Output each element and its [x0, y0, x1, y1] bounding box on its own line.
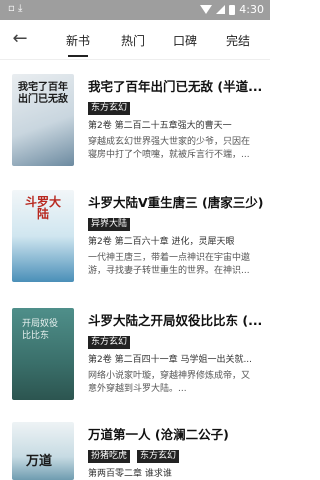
latest-chapter: 第2卷 第二百六十章 进化，灵犀天眼: [88, 237, 235, 247]
book-list-item[interactable]: 万道 万道第一人 (沧澜二公子) 扮猪吃虎 东方玄幻 第两百零二章 谁求谁: [0, 422, 270, 480]
book-description: 穿越成玄幻世界强大世家的少爷，只因在寝房中打了个喷嚏，就被斥言行不端，...: [88, 137, 251, 160]
book-cover[interactable]: 我宅了百年出门已无敌: [12, 74, 74, 166]
tab-reputation[interactable]: 口碑: [173, 32, 197, 49]
book-title[interactable]: 万道第一人 (沧澜二公子): [88, 424, 264, 443]
genre-tag: 东方玄幻: [88, 336, 131, 349]
status-time: 4:30: [239, 3, 264, 16]
status-bar: ▫ ⤓ 4:30: [0, 0, 270, 20]
cover-title-art: 开局奴役比比东: [22, 319, 59, 341]
latest-chapter: 第两百零二章 谁求谁: [88, 469, 172, 479]
genre-tag: 东方玄幻: [137, 450, 180, 463]
latest-chapter: 第2卷 第二百二十五章强大的曹天一: [88, 121, 232, 131]
cover-title-art: 我宅了百年出门已无敌: [18, 82, 68, 105]
book-cover[interactable]: 斗罗大陆: [12, 190, 74, 282]
book-title[interactable]: 我宅了百年出门已无敌 (半道...: [88, 76, 264, 95]
book-description: 一代神王唐三，带着一点神识在宇宙中遨游，寻找妻子转世重生的世界。在神识...: [88, 253, 251, 276]
book-list-item[interactable]: 开局奴役比比东 斗罗大陆之开局奴役比比东 (... 东方玄幻 第2卷 第二百四十…: [0, 308, 270, 426]
notification-icons: ▫ ⤓: [8, 3, 23, 14]
book-description: 网络小说家叶璇，穿越神界修炼成帝，又意外穿越到斗罗大陆。...: [88, 371, 251, 394]
wifi-icon: [200, 5, 213, 14]
cover-title-art: 斗罗大陆: [24, 195, 61, 221]
back-arrow-icon[interactable]: ←: [8, 28, 32, 52]
tab-completed[interactable]: 完结: [226, 32, 250, 49]
book-list-item[interactable]: 我宅了百年出门已无敌 我宅了百年出门已无敌 (半道... 东方玄幻 第2卷 第二…: [0, 74, 270, 192]
book-cover[interactable]: 开局奴役比比东: [12, 308, 74, 400]
tab-new-books[interactable]: 新书: [66, 32, 90, 57]
book-cover[interactable]: 万道: [12, 422, 74, 480]
status-right: 4:30: [200, 3, 264, 16]
signal-icon: [216, 5, 226, 14]
genre-tag: 东方玄幻: [88, 102, 131, 115]
genre-tag: 扮猪吃虎: [88, 450, 131, 463]
book-title[interactable]: 斗罗大陆之开局奴役比比东 (...: [88, 310, 264, 329]
cover-title-art: 万道: [26, 454, 53, 469]
book-list-item[interactable]: 斗罗大陆 斗罗大陆V重生唐三 (唐家三少) 异界大陆 第2卷 第二百六十章 进化…: [0, 190, 270, 308]
latest-chapter: 第2卷 第二百四十一章 马学姐一出关就...: [88, 355, 253, 365]
top-nav: ← 新书 热门 口碑 完结: [0, 20, 270, 60]
battery-icon: [229, 4, 236, 15]
genre-tag: 异界大陆: [88, 218, 131, 231]
tab-hot[interactable]: 热门: [121, 32, 145, 49]
book-title[interactable]: 斗罗大陆V重生唐三 (唐家三少): [88, 192, 264, 211]
